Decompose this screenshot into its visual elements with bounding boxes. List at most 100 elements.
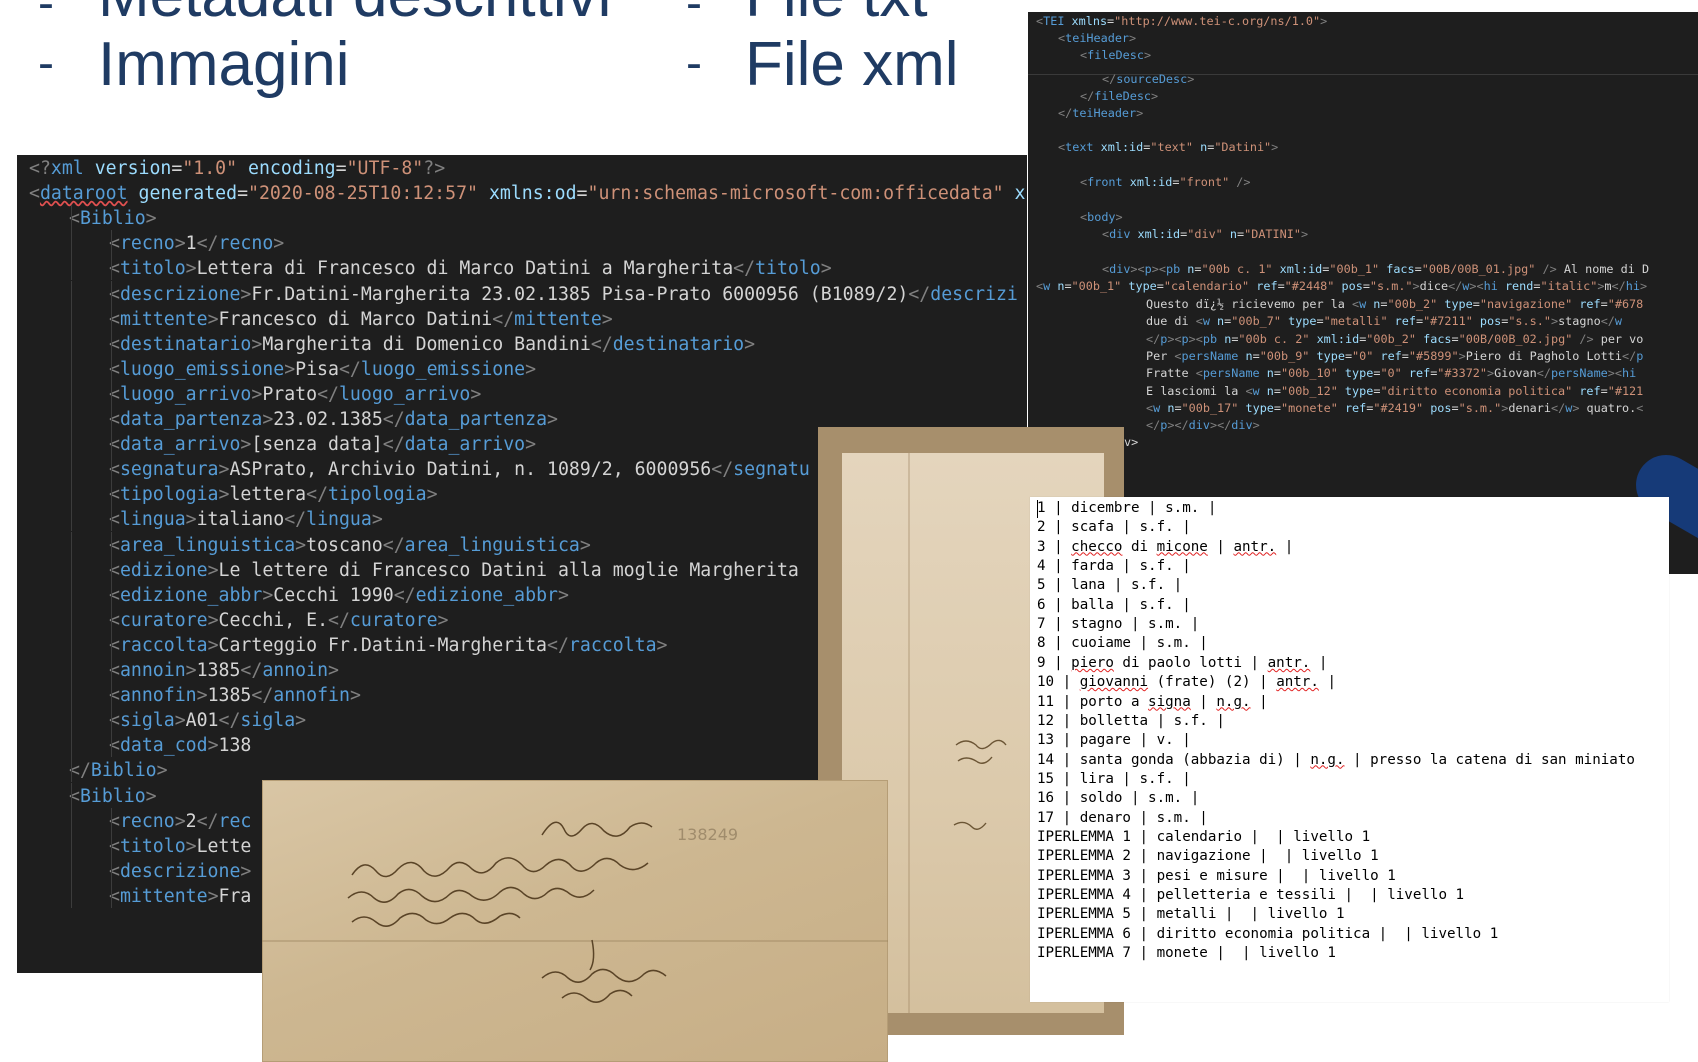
- tei-code-line: <text xml:id="text" n="Datini">: [1058, 140, 1279, 154]
- lemma-line: 7 | stagno | s.m. |: [1037, 616, 1200, 633]
- lemma-line: IPERLEMMA 6 | diritto economia politica …: [1037, 925, 1499, 942]
- letter-photo-front: 138249: [262, 780, 888, 1062]
- indent-guide: [71, 406, 72, 431]
- indent-guide: [71, 506, 72, 532]
- letter-handwriting-svg: 138249: [347, 821, 738, 1003]
- indent-guide: [71, 857, 72, 883]
- tei-code-line: </p><p><pb n="00b c. 2" xml:id="00b_2" f…: [1146, 332, 1644, 346]
- indent-guide: [111, 431, 112, 457]
- indent-guide: [71, 657, 72, 682]
- indent-guide: [111, 506, 112, 532]
- indent-guide: [71, 832, 72, 858]
- xml-code-line: <segnatura>ASPrato, Archivio Datini, n. …: [109, 459, 810, 481]
- indent-guide: [71, 707, 72, 733]
- tei-code-line: <div><p><pb n="00b c. 1" xml:id="00b_1" …: [1102, 262, 1650, 276]
- indent-guide: [111, 406, 112, 431]
- indent-guide: [111, 355, 112, 381]
- xml-code-line: <recno>2</rec: [109, 810, 252, 832]
- indent-guide: [71, 631, 72, 657]
- lemma-line: 10 | giovanni (frate) (2) | antr. |: [1037, 674, 1336, 691]
- tei-code-line: <TEI xmlns="http://www.tei-c.org/ns/1.0"…: [1036, 14, 1328, 28]
- lemma-line: 3 | checco di micone | antr. |: [1037, 538, 1294, 555]
- xml-code-line: <?xml version="1.0" encoding="UTF-8"?>: [29, 158, 446, 179]
- xml-code-line: <luogo_arrivo>Prato</luogo_arrivo>: [109, 383, 482, 405]
- bullet-list: - Metadati descrittivi - File txt - Imma…: [0, 0, 1000, 150]
- xml-code-line: <annoin>1385</annoin>: [109, 660, 339, 681]
- indent-guide: [71, 230, 72, 256]
- bullet-metadati: Metadati descrittivi: [98, 0, 611, 27]
- lemma-line: 15 | lira | s.f. |: [1037, 770, 1191, 787]
- indent-guide: [71, 682, 72, 708]
- xml-code-line: <lingua>italiano</lingua>: [109, 509, 383, 531]
- xml-code-line: <Biblio>: [69, 208, 157, 230]
- bullet-dash: -: [38, 0, 54, 30]
- xml-code-line: <data_partenza>23.02.1385</data_partenza…: [109, 409, 558, 430]
- indent-guide: [111, 255, 112, 281]
- xml-code-line: <mittente>Francesco di Marco Datini</mit…: [109, 308, 613, 330]
- lemma-line: 13 | pagare | v. |: [1037, 732, 1191, 749]
- lemma-line: 1 | dicembre | s.m. |: [1037, 500, 1217, 516]
- xml-code-line: <Biblio>: [69, 785, 157, 807]
- xml-code-line: <descrizione>: [109, 860, 252, 882]
- indent-guide: [71, 556, 72, 582]
- indent-guide: [111, 857, 112, 883]
- indent-guide: [71, 305, 72, 331]
- indent-guide: [111, 481, 112, 507]
- lemma-text-file: 1 | dicembre | s.m. | 2 | scafa | s.f. | 3…: [1030, 497, 1669, 1002]
- xml-code-line: <titolo>Lettera di Francesco di Marco Da…: [109, 258, 832, 280]
- lemma-line: 5 | lana | s.f. |: [1037, 577, 1183, 594]
- indent-guide: [71, 431, 72, 457]
- bullet-dash: -: [38, 37, 54, 90]
- indent-guide: [111, 732, 112, 758]
- indent-guide: [111, 581, 112, 607]
- indent-guide: [111, 280, 112, 306]
- indent-guide: [111, 606, 112, 632]
- indent-guide: [111, 556, 112, 582]
- xml-code-line: <recno>1</recno>: [109, 233, 285, 255]
- xml-code-line: <data_arrivo>[senza data]</data_arrivo>: [109, 434, 537, 456]
- xml-code-line: <edizione_abbr>Cecchi 1990</edizione_abb…: [109, 584, 569, 606]
- tei-code-line: <w n="00b_17" type="monete" ref="#2419" …: [1146, 401, 1644, 415]
- indent-guide: [111, 305, 112, 331]
- tei-code-line: Questo dï¿½ ricievemo per la <w n="00b_2…: [1146, 297, 1644, 311]
- bullet-immagini: Immagini: [98, 30, 350, 99]
- xml-code-line: <dataroot generated="2020-08-25T10:12:57…: [29, 183, 1026, 205]
- indent-guide: [111, 807, 112, 833]
- xml-code-line: <mittente>Fra: [109, 885, 252, 907]
- indent-guide: [111, 882, 112, 908]
- indent-guide: [111, 456, 112, 482]
- lemma-line: 6 | balla | s.f. |: [1037, 596, 1191, 613]
- bullet-file-xml: File xml: [745, 30, 959, 99]
- lemma-line: 12 | bolletta | s.f. |: [1037, 712, 1225, 729]
- xml-code-line: <luogo_emissione>Pisa</luogo_emissione>: [109, 358, 537, 380]
- indent-guide: [71, 581, 72, 607]
- tei-editor: <TEI xmlns="http://www.tei-c.org/ns/1.0"…: [1028, 12, 1698, 574]
- lemma-line: 2 | scafa | s.f. |: [1037, 519, 1191, 536]
- lemma-line: 8 | cuoiame | s.m. |: [1037, 635, 1208, 652]
- xml-code-line: <curatore>Cecchi, E.</curatore>: [109, 609, 449, 631]
- indent-guide: [71, 782, 72, 808]
- indent-guide: [111, 832, 112, 858]
- tei-code-line: <w n="00b_1" type="calendario" ref="#244…: [1036, 279, 1648, 293]
- lemma-line: IPERLEMMA 2 | navigazione | | livello 1: [1037, 848, 1379, 865]
- xml-code-line: <destinatario>Margherita di Domenico Ban…: [109, 333, 756, 355]
- indent-guide: [111, 682, 112, 708]
- xml-code-line: <edizione>Le lettere di Francesco Datini…: [109, 559, 799, 581]
- indent-guide: [71, 380, 72, 406]
- lemma-line: IPERLEMMA 7 | monete | | livello 1: [1037, 945, 1336, 962]
- tei-code-line: <body>: [1080, 210, 1123, 224]
- xml-code-line: <sigla>A01</sigla>: [109, 710, 307, 732]
- indent-guide: [111, 380, 112, 406]
- lemma-line: 14 | santa gonda (abbazia di) | n.g. | p…: [1037, 751, 1635, 768]
- xml-code-line: <descrizione>Fr.Datini-Margherita 23.02.…: [109, 283, 1018, 305]
- indent-guide: [71, 330, 72, 356]
- bullet-file-txt: File txt: [745, 0, 928, 27]
- lemma-line: IPERLEMMA 3 | pesi e misure | | livello …: [1037, 867, 1396, 884]
- lemma-line: IPERLEMMA 5 | metalli | | livello 1: [1037, 906, 1345, 923]
- xml-code-line: <titolo>Lette: [109, 835, 252, 857]
- indent-guide: [71, 606, 72, 632]
- xml-code-line: <annofin>1385</annofin>: [109, 685, 361, 707]
- indent-guide: [111, 230, 112, 256]
- tei-code-line: Per <persName n="00b_9" type="0" ref="#5…: [1146, 349, 1644, 363]
- svg-text:138249: 138249: [677, 825, 738, 844]
